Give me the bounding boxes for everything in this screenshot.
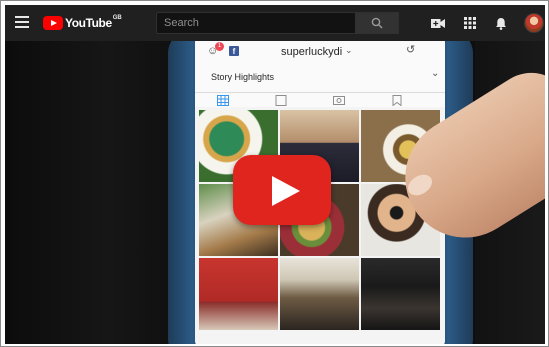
video-camera-icon: [431, 18, 445, 28]
instagram-photo-grid: [199, 110, 443, 344]
saved-bookmark-icon: [392, 95, 402, 106]
story-highlights-label: Story Highlights: [211, 72, 275, 82]
search-input[interactable]: [157, 13, 355, 33]
youtube-topbar: YouTube GB: [5, 5, 545, 41]
logo-text: YouTube: [65, 16, 112, 30]
tagged-photos-icon: [333, 96, 345, 105]
video-frame[interactable]: ☺ 1 f superluckydi ⌄ ↺ Story Highlights …: [5, 41, 545, 344]
search-box: [156, 12, 356, 34]
notifications-button[interactable]: [492, 14, 510, 32]
apps-button[interactable]: [461, 14, 479, 32]
chef-photo-tile: [361, 258, 440, 330]
apps-grid-icon: [464, 17, 476, 29]
notification-badge: 1: [215, 42, 224, 51]
list-view-icon: [275, 95, 287, 106]
highlights-chevron-icon: ⌄: [431, 68, 440, 79]
history-icon: ↺: [406, 44, 416, 56]
market-photo-tile: [280, 258, 359, 330]
create-video-button[interactable]: [429, 14, 447, 32]
username-caret: ⌄: [345, 45, 353, 55]
video-background-left: [5, 41, 175, 344]
youtube-embed-player: YouTube GB Search ☺ 1 f superluckydi ⌄ ↺…: [5, 5, 545, 344]
youtube-logo[interactable]: YouTube GB: [43, 14, 122, 32]
couple-photo-tile: [199, 258, 278, 330]
screenshot-frame: YouTube GB Search ☺ 1 f superluckydi ⌄ ↺…: [0, 0, 549, 347]
instagram-profile-tabs: [195, 92, 445, 107]
search-button[interactable]: [356, 12, 399, 34]
grid-view-icon: [217, 95, 229, 106]
instagram-username: superluckydi: [281, 46, 343, 58]
youtube-play-logo-icon: [43, 16, 63, 30]
search-icon: [371, 17, 383, 29]
notifications-bell-icon: [496, 17, 506, 30]
facebook-icon: f: [229, 46, 239, 56]
play-icon: [272, 176, 300, 206]
menu-icon[interactable]: [15, 16, 29, 30]
play-button[interactable]: [233, 155, 331, 225]
logo-country-code: GB: [112, 15, 122, 21]
instagram-profile-header: ☺ 1 f superluckydi ⌄ ↺ Story Highlights …: [195, 41, 445, 107]
account-avatar[interactable]: [524, 13, 544, 33]
